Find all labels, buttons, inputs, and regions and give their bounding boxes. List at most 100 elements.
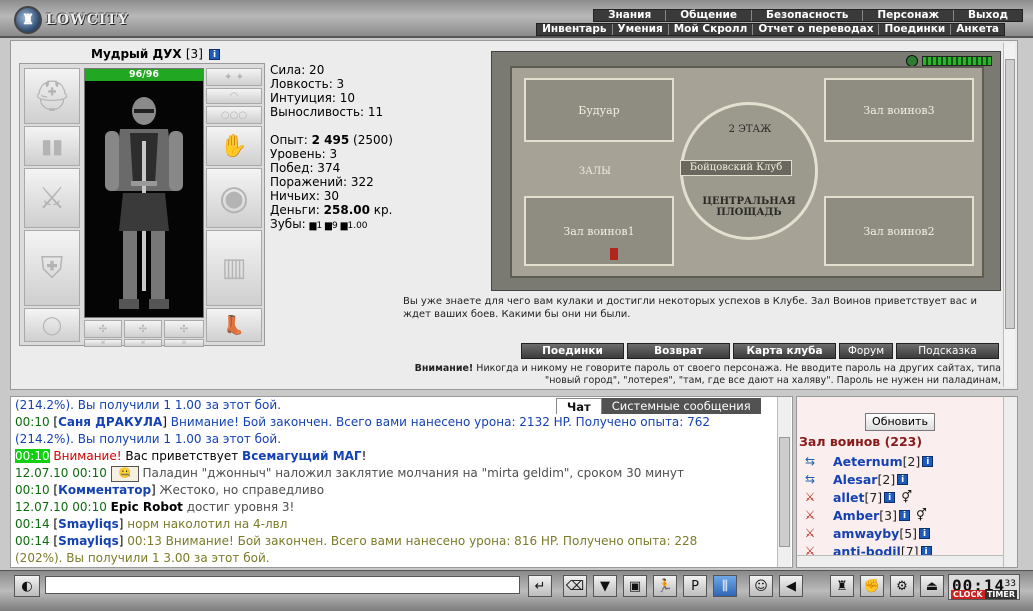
menu-security[interactable]: Безопасность: [750, 10, 862, 21]
timer-label[interactable]: TIMER: [984, 590, 1017, 599]
player-level: [2]: [877, 471, 896, 487]
chat-bold[interactable]: Epic Robot: [111, 500, 183, 514]
central-square-label[interactable]: ЦЕНТРАЛЬНАЯ ПЛОЩАДЬ: [690, 196, 808, 218]
return-button[interactable]: Возврат: [627, 343, 730, 359]
bracers-slot-icon[interactable]: ▮▮: [24, 126, 80, 166]
chat-bold[interactable]: Всемагущий МАГ: [242, 449, 362, 463]
rings-slot-icon[interactable]: ○○○: [206, 106, 262, 124]
stat-agility: Ловкость: 3: [270, 77, 345, 91]
player-name[interactable]: Aeternum: [833, 454, 903, 469]
room-warriors-1[interactable]: Зал воинов1: [524, 196, 674, 266]
logo[interactable]: ♜ LOWCITY: [14, 6, 134, 34]
main-scrollbar-thumb[interactable]: [1005, 59, 1015, 329]
chat-nick[interactable]: Комментатор: [58, 483, 151, 497]
chat-time[interactable]: 00:14: [15, 534, 50, 548]
chat-time[interactable]: 00:10: [15, 483, 50, 497]
main-scrollbar[interactable]: [1003, 43, 1015, 387]
room-boudoir[interactable]: Будуар: [524, 78, 674, 142]
player-info-icon[interactable]: i: [899, 509, 911, 521]
hint-button[interactable]: Подсказка: [896, 343, 999, 359]
forum-button[interactable]: Форум: [839, 343, 893, 359]
earrings-slot-icon[interactable]: ✦ ✦: [206, 68, 262, 86]
tab-system-messages[interactable]: Системные сообщения: [601, 398, 761, 414]
rune-slot-1-icon[interactable]: ✣: [84, 320, 122, 338]
chat-time[interactable]: 00:10: [15, 449, 50, 463]
shield-slot-icon[interactable]: ◉: [206, 168, 262, 228]
menu-knowledge[interactable]: Знания: [594, 10, 665, 21]
boots-slot-icon[interactable]: 👢: [206, 308, 262, 342]
menu-communication[interactable]: Общение: [665, 10, 751, 21]
filter-icon[interactable]: ▼: [593, 575, 617, 597]
equipment-panel: ⛑ ▮▮ ⚔ ⛨ ◯ ✦ ✦ ◠ ○○○ ✋ ◉ ▥ 👢 96/96 ✣ ✣ ✣…: [19, 63, 265, 347]
halls-label[interactable]: ЗАЛЫ: [570, 166, 620, 177]
club-map-button[interactable]: Карта клуба: [733, 343, 836, 359]
player-info-icon[interactable]: i: [897, 473, 909, 485]
rune-slot-2-icon[interactable]: ✣: [124, 320, 162, 338]
helmet-slot-icon[interactable]: ⛑: [24, 68, 80, 124]
submenu-my-scroll[interactable]: Мой Скролл: [667, 24, 753, 35]
weapon-slot-icon[interactable]: ⚔: [24, 168, 80, 228]
rune-slot-3-icon[interactable]: ✣: [164, 320, 204, 338]
speaker-icon[interactable]: ◀: [779, 575, 803, 597]
stat-teeth: Зубы: ▆1 ▆9 ▆1.00: [270, 217, 368, 231]
submenu-skills[interactable]: Умения: [611, 24, 668, 35]
chat-nick[interactable]: Smayliqs: [58, 534, 119, 548]
chat-nick[interactable]: Smayliqs: [58, 517, 119, 531]
chat-time[interactable]: 12.07.10 00:10: [15, 466, 107, 480]
chat-time[interactable]: 00:14: [15, 517, 50, 531]
gloves-slot-icon[interactable]: ✋: [206, 126, 262, 166]
potion-slot-1-icon[interactable]: ✕: [84, 339, 122, 347]
refresh-button[interactable]: Обновить: [865, 413, 935, 431]
floor-2-label[interactable]: 2 ЭТАЖ: [700, 124, 800, 135]
belt-slot-icon[interactable]: ◯: [24, 308, 80, 342]
settings-icon[interactable]: ⚙: [890, 575, 914, 597]
chat-time[interactable]: 00:10: [15, 415, 50, 429]
submenu-transfer-report[interactable]: Отчет о переводах: [752, 24, 878, 35]
player-name[interactable]: amwayby: [833, 526, 899, 541]
player-info-icon[interactable]: i: [919, 527, 931, 539]
players-vscrollbar[interactable]: [1003, 397, 1017, 567]
submenu-battles[interactable]: Поединки: [878, 24, 950, 35]
send-icon[interactable]: ↵: [528, 575, 552, 597]
runner-icon[interactable]: 🏃: [653, 575, 677, 597]
fight-club-banner[interactable]: Бойцовский Клуб: [680, 160, 792, 176]
chat-alert: Внимание!: [53, 449, 122, 463]
exit-icon[interactable]: ⏏: [920, 575, 944, 597]
smiley-icon[interactable]: ☺: [749, 575, 773, 597]
room-warriors-3[interactable]: Зал воинов3: [824, 78, 974, 142]
submenu-profile[interactable]: Анкета: [950, 24, 1004, 35]
players-hscrollbar[interactable]: [797, 555, 1003, 567]
armor-slot-icon[interactable]: ⛨: [24, 230, 80, 306]
room-warriors-2[interactable]: Зал воинов2: [824, 196, 974, 266]
chat-time[interactable]: 12.07.10 00:10: [15, 500, 107, 514]
potion-slot-2-icon[interactable]: ✕: [124, 339, 162, 347]
menu-exit[interactable]: Выход: [953, 10, 1022, 21]
character-info-icon[interactable]: i: [209, 49, 221, 60]
chat-input[interactable]: [45, 576, 520, 594]
player-name[interactable]: Alesar: [833, 472, 877, 487]
submenu-inventory[interactable]: Инвентарь: [537, 24, 611, 35]
chat-scrollbar-thumb[interactable]: [779, 437, 790, 547]
bag-icon[interactable]: ♜: [830, 575, 854, 597]
player-info-icon[interactable]: i: [922, 455, 934, 467]
battles-button[interactable]: Поединки: [521, 343, 624, 359]
eraser-icon[interactable]: ⌫: [563, 575, 587, 597]
chat-scrollbar[interactable]: [777, 397, 791, 567]
amulet-slot-icon[interactable]: ◠: [206, 88, 262, 104]
chat-mode-icon[interactable]: ◐: [14, 575, 40, 597]
slider-icon[interactable]: ⫼: [713, 575, 737, 597]
gloves-icon[interactable]: ✊: [860, 575, 884, 597]
tab-chat[interactable]: Чат: [556, 398, 602, 414]
save-icon[interactable]: ▣: [623, 575, 647, 597]
player-name[interactable]: allet: [833, 490, 864, 505]
potion-slot-3-icon[interactable]: ✕: [164, 339, 204, 347]
player-status-icon: ⚔: [804, 508, 816, 522]
player-info-icon[interactable]: i: [884, 491, 896, 503]
leggings-slot-icon[interactable]: ▥: [206, 230, 262, 306]
clock-label[interactable]: CLOCK: [951, 590, 985, 599]
player-name[interactable]: Amber: [833, 508, 879, 523]
players-panel: Обновить Зал воинов (223) ⇆ Aeternum [2] i ⇆…: [796, 396, 1018, 568]
private-icon[interactable]: P: [683, 575, 707, 597]
chat-nick[interactable]: Саня ДРАКУЛА: [58, 415, 162, 429]
menu-character[interactable]: Персонаж: [862, 10, 953, 21]
